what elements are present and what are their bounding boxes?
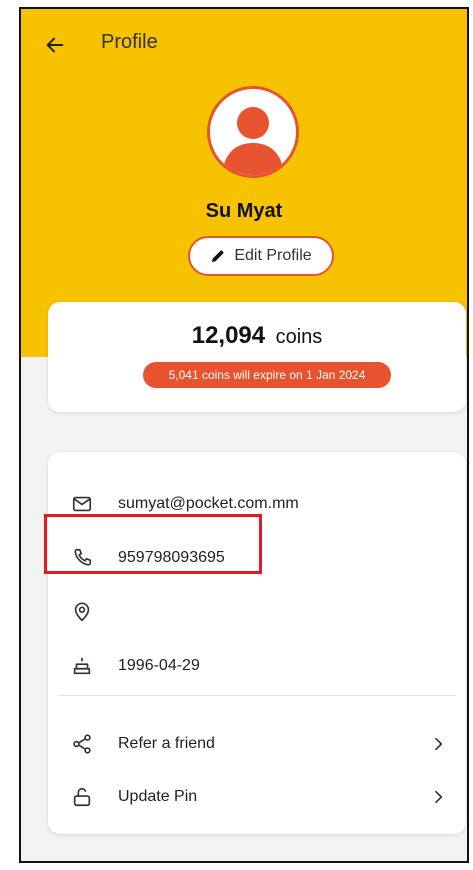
- info-card: sumyat@pocket.com.mm 959798093695 1996-0…: [48, 452, 466, 834]
- pencil-icon: [212, 250, 224, 262]
- arrow-left-icon: [46, 37, 64, 53]
- coins-card: 12,094 coins 5,041 coins will expire on …: [48, 302, 466, 412]
- update-pin-label: Update Pin: [118, 788, 198, 805]
- avatar: [207, 86, 299, 178]
- birthday-row: 1996-04-29: [48, 646, 466, 686]
- share-icon: [70, 732, 94, 756]
- page-title: Profile: [101, 31, 158, 53]
- refer-friend-row[interactable]: Refer a friend: [48, 724, 466, 764]
- location-pin-icon: [70, 600, 94, 624]
- edit-profile-button[interactable]: Edit Profile: [188, 236, 334, 276]
- update-pin-row[interactable]: Update Pin: [48, 777, 466, 817]
- coins-balance: 12,094 coins: [48, 322, 466, 350]
- birthday-value: 1996-04-29: [118, 657, 200, 674]
- chevron-right-icon: [435, 737, 443, 751]
- coins-value: 12,094: [191, 322, 266, 349]
- email-value: sumyat@pocket.com.mm: [118, 495, 299, 512]
- coins-unit: coins: [275, 326, 323, 348]
- mail-icon: [70, 492, 94, 516]
- top-bar: Profile: [21, 9, 467, 79]
- divider: [58, 695, 456, 696]
- back-button[interactable]: [37, 27, 73, 63]
- user-avatar-icon: [222, 107, 284, 175]
- chevron-right-icon: [435, 790, 443, 804]
- highlight-box: [44, 514, 262, 574]
- user-name: Su Myat: [205, 200, 283, 222]
- refer-friend-label: Refer a friend: [118, 735, 215, 752]
- phone-screen: Profile Su Myat Edit Profile 12,094 coin…: [19, 7, 469, 863]
- lock-icon: [70, 785, 94, 809]
- coins-expiry-badge: 5,041 coins will expire on 1 Jan 2024: [143, 362, 391, 388]
- location-row: [48, 592, 466, 632]
- cake-icon: [70, 654, 94, 678]
- edit-profile-label: Edit Profile: [234, 247, 312, 264]
